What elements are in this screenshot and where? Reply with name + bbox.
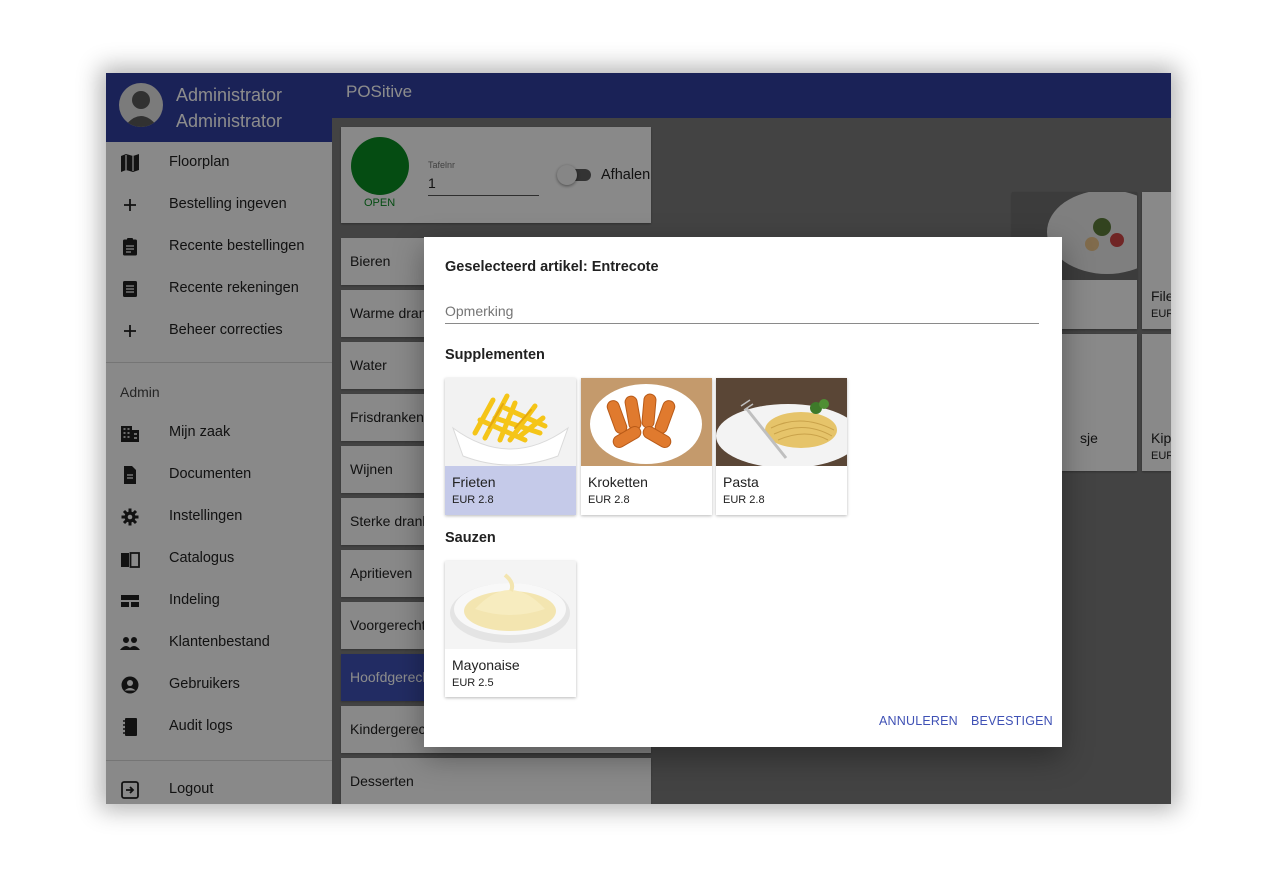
fries-image (445, 378, 576, 466)
remark-input[interactable] (445, 299, 1039, 324)
sauces-title: Sauzen (445, 530, 496, 546)
supplement-price: EUR 2.8 (588, 494, 630, 506)
supplement-name: Pasta (723, 474, 759, 490)
croquettes-image (581, 378, 712, 466)
sauce-price: EUR 2.5 (452, 677, 494, 689)
supplement-name: Kroketten (588, 474, 648, 490)
dialog-title: Geselecteerd artikel: Entrecote (445, 259, 659, 275)
sauce-name: Mayonaise (452, 657, 520, 673)
mayonnaise-image (445, 561, 576, 649)
supplement-card-frieten[interactable]: Frieten EUR 2.8 (445, 378, 576, 515)
sauce-card-mayonaise[interactable]: Mayonaise EUR 2.5 (445, 561, 576, 697)
supplement-card-kroketten[interactable]: Kroketten EUR 2.8 (581, 378, 712, 515)
supplement-card-pasta[interactable]: Pasta EUR 2.8 (716, 378, 847, 515)
supplement-price: EUR 2.8 (723, 494, 765, 506)
confirm-button[interactable]: BEVESTIGEN (971, 714, 1053, 728)
supplement-dialog: Geselecteerd artikel: Entrecote Suppleme… (424, 237, 1062, 747)
cancel-button[interactable]: ANNULEREN (879, 714, 958, 728)
pasta-image (716, 378, 847, 466)
supplement-name: Frieten (452, 474, 496, 490)
supplement-price: EUR 2.8 (452, 494, 494, 506)
supplements-title: Supplementen (445, 347, 545, 363)
